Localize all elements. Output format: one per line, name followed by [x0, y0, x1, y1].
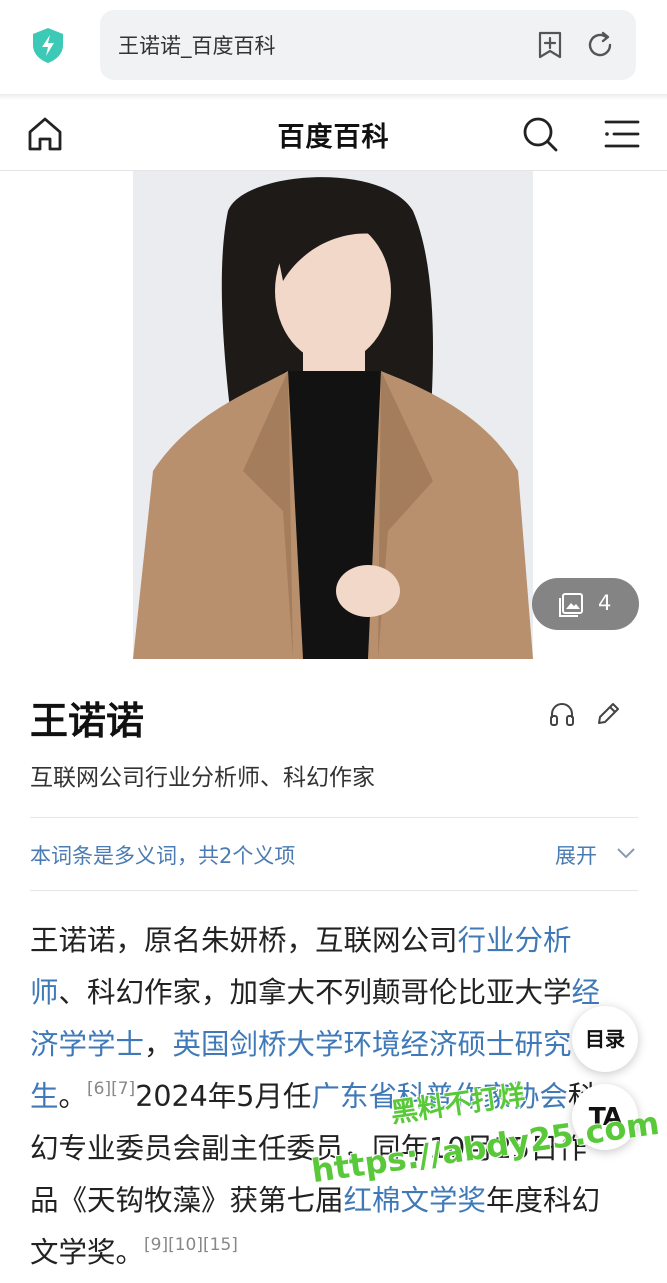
- reference-marker[interactable]: [9][10][15]: [144, 1235, 238, 1255]
- link-hongmian-award[interactable]: 红棉文学奖: [344, 1184, 487, 1217]
- link-cambridge-master[interactable]: 英国剑桥大学环境经济硕士研究: [173, 1028, 572, 1061]
- site-header: 百度百科: [0, 100, 667, 171]
- polysemy-note[interactable]: 本词条是多义词，共2个义项: [30, 840, 295, 870]
- summary-text: 年度科幻: [486, 1184, 601, 1217]
- chevron-down-icon[interactable]: [616, 846, 636, 860]
- search-icon[interactable]: [520, 114, 560, 154]
- link-economics-bachelor[interactable]: 经: [572, 976, 601, 1009]
- toc-label: 目录: [585, 1027, 625, 1051]
- entry-title: 王诺诺: [30, 699, 145, 743]
- menu-icon[interactable]: [602, 114, 642, 154]
- link-cambridge-master[interactable]: 生: [30, 1080, 59, 1113]
- summary-text: ，: [144, 1028, 173, 1061]
- shield-lightning-icon[interactable]: [30, 26, 66, 64]
- summary-paragraph: 王诺诺，原名朱妍桥，互联网公司行业分析 师、科幻作家，加拿大不列颠哥伦比亚大学经…: [30, 915, 642, 1279]
- browser-bar: 王诺诺_百度百科: [0, 0, 667, 96]
- gallery-count: 4: [598, 591, 612, 615]
- summary-text: 。: [58, 1080, 88, 1113]
- add-bookmark-icon[interactable]: [534, 29, 566, 61]
- address-bar[interactable]: 王诺诺_百度百科: [100, 10, 636, 80]
- link-industry-analyst[interactable]: 行业分析: [458, 924, 572, 957]
- refresh-icon[interactable]: [584, 29, 616, 61]
- reference-marker[interactable]: [6][7]: [87, 1079, 135, 1099]
- link-industry-analyst[interactable]: 师: [30, 976, 59, 1009]
- expand-button[interactable]: 展开: [555, 840, 597, 870]
- image-gallery-icon: [559, 593, 583, 617]
- divider: [30, 817, 638, 818]
- gallery-button[interactable]: 4: [532, 578, 639, 630]
- headphones-icon[interactable]: [548, 700, 576, 728]
- toc-button[interactable]: 目录: [572, 1006, 638, 1072]
- entry-photo[interactable]: [133, 171, 533, 659]
- summary-text: 2024年5月任: [135, 1080, 312, 1113]
- summary-text: 文学奖。: [30, 1236, 145, 1269]
- link-economics-bachelor[interactable]: 济学学士: [30, 1028, 144, 1061]
- summary-text: 王诺诺，原名朱妍桥，互联网公司: [30, 924, 458, 957]
- summary-text: 品《天钩牧藻》获第七届: [30, 1184, 344, 1217]
- edit-pencil-icon[interactable]: [594, 700, 622, 728]
- divider: [30, 890, 638, 891]
- address-bar-title: 王诺诺_百度百科: [118, 34, 276, 58]
- entry-description: 互联网公司行业分析师、科幻作家: [30, 765, 375, 791]
- site-title: 百度百科: [277, 122, 390, 153]
- summary-text: 、科幻作家，加拿大不列颠哥伦比亚大学: [58, 976, 572, 1009]
